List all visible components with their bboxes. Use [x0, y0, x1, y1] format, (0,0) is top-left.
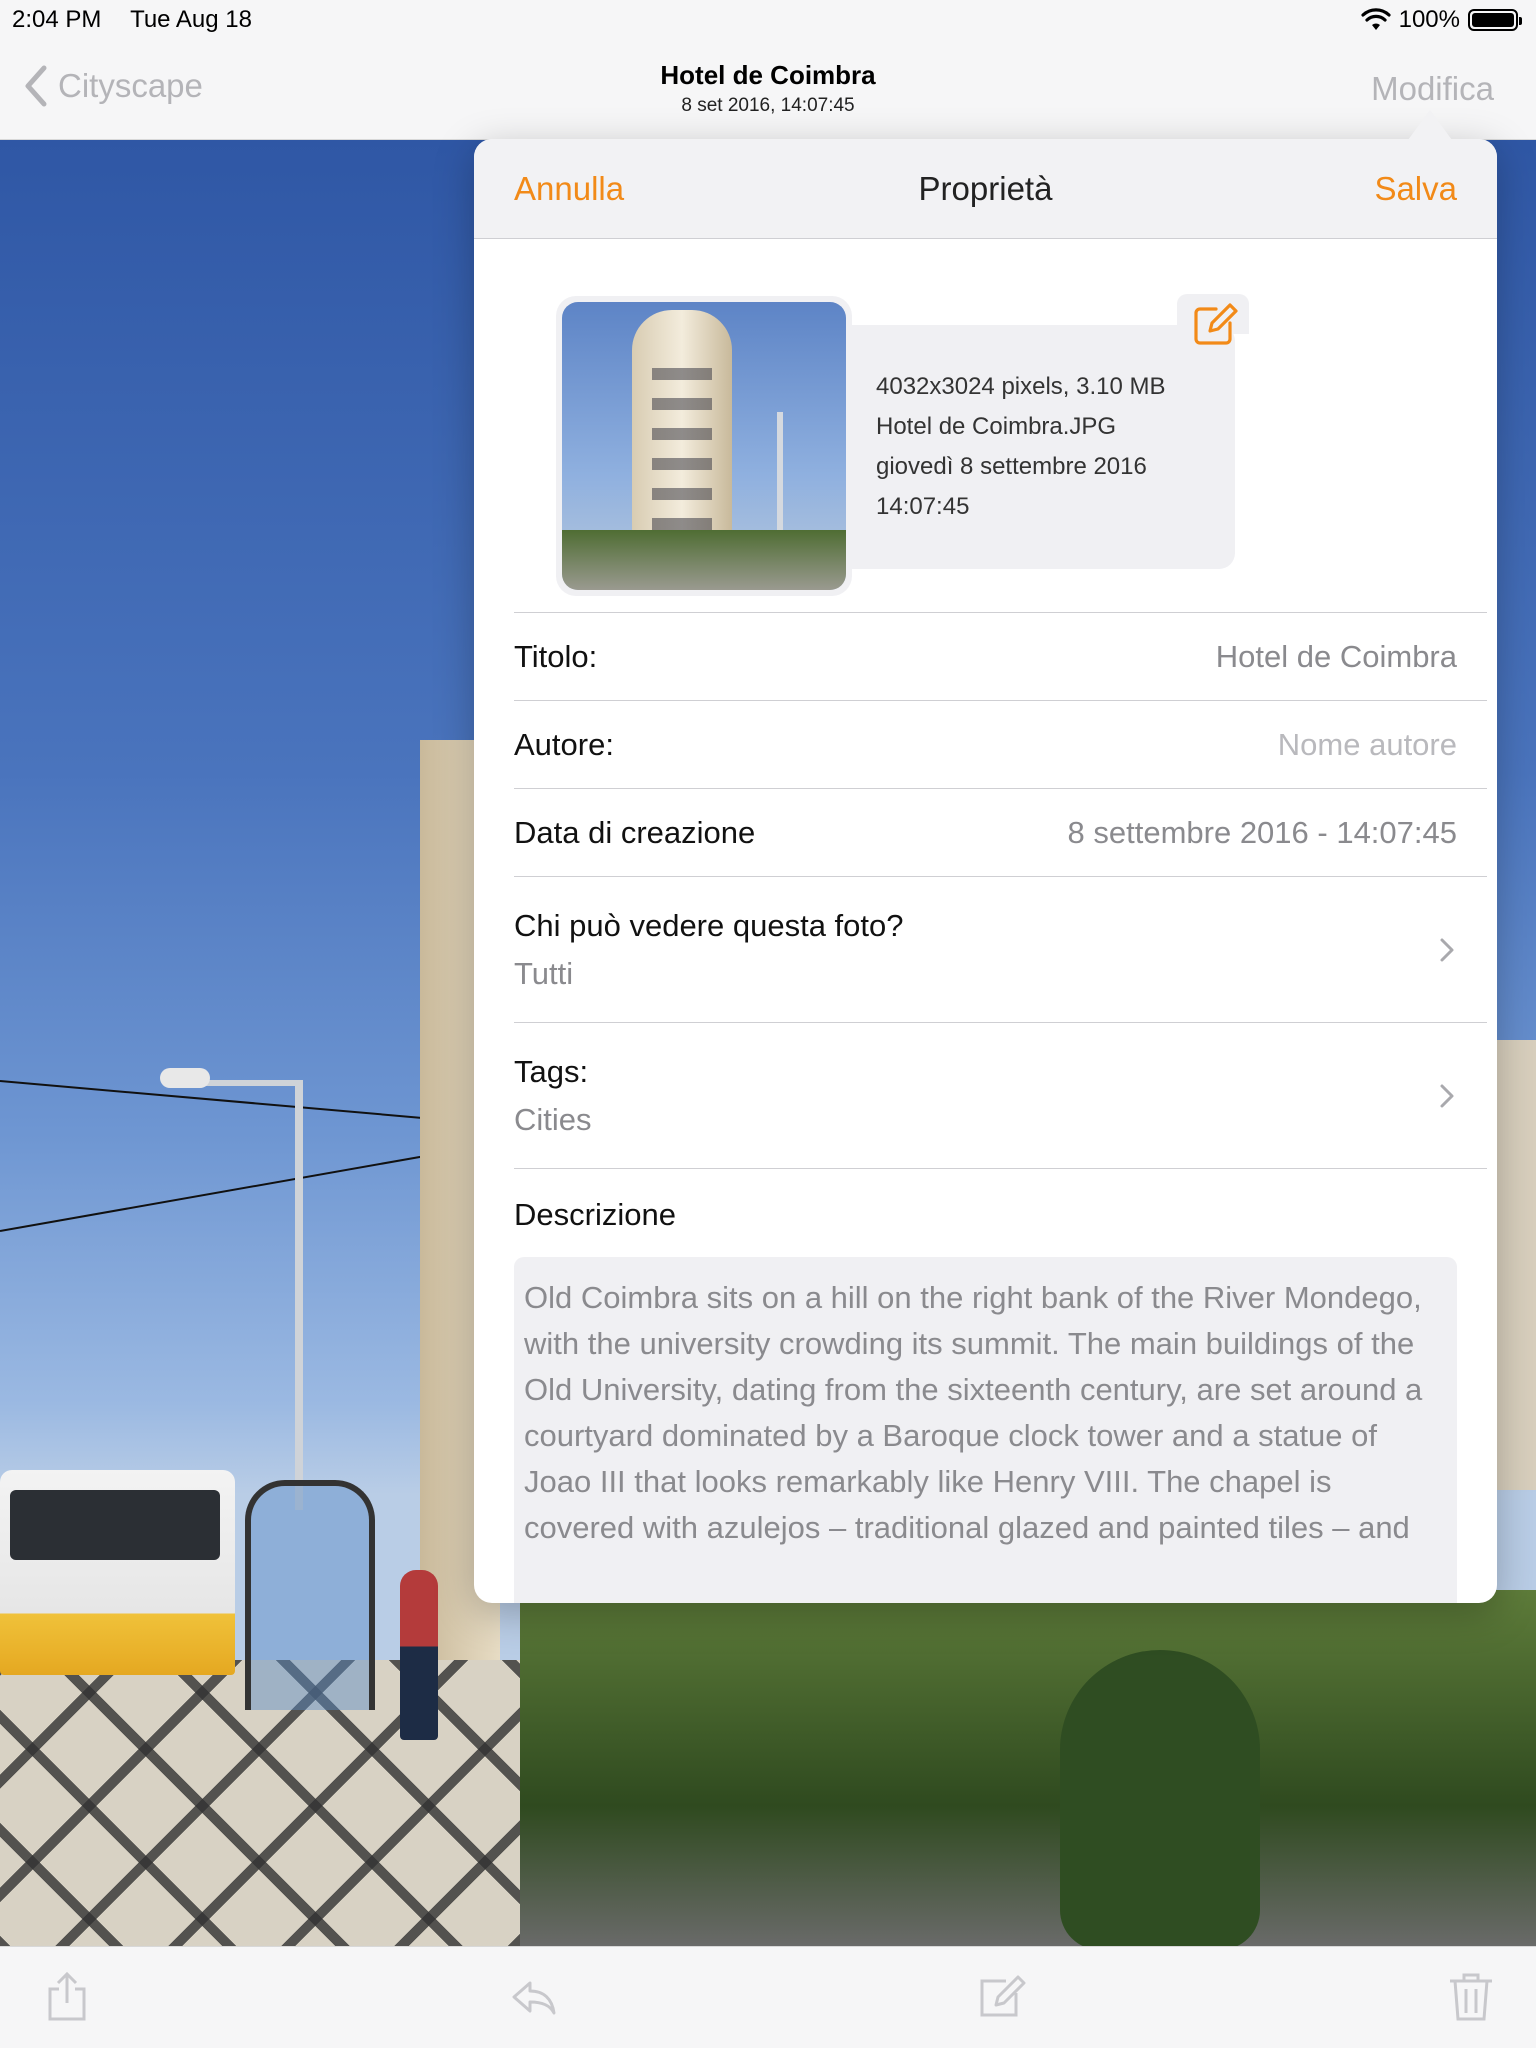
popover-header: Annulla Proprietà Salva [474, 139, 1497, 239]
title-row[interactable]: Titolo: Hotel de Coimbra [514, 613, 1487, 701]
description-label: Descrizione [514, 1197, 676, 1232]
photo-thumbnail-frame [556, 296, 852, 596]
status-time: 2:04 PM [12, 6, 102, 33]
creation-date-value[interactable]: 8 settembre 2016 - 14:07:45 [1068, 815, 1457, 851]
status-right: 100% [1361, 6, 1522, 34]
title-field[interactable]: Hotel de Coimbra [1216, 639, 1457, 675]
visibility-row[interactable]: Chi può vedere questa foto? Tutti [514, 877, 1487, 1023]
tags-row[interactable]: Tags: Cities [514, 1023, 1487, 1169]
nav-title-block: Hotel de Coimbra 8 set 2016, 14:07:45 [0, 60, 1536, 117]
author-label: Autore: [514, 726, 614, 762]
tags-value: Cities [514, 1101, 592, 1137]
creation-date-label: Data di creazione [514, 814, 756, 850]
photo-thumbnail[interactable] [562, 302, 846, 590]
wifi-icon [1361, 8, 1391, 30]
bottom-toolbar [0, 1946, 1536, 2048]
status-bar: 2:04 PM Tue Aug 18 100% [0, 0, 1536, 40]
properties-popover: Annulla Proprietà Salva 4032x3024 pixels… [474, 139, 1497, 1603]
author-row[interactable]: Autore: Nome autore [514, 701, 1487, 789]
tags-stack: Tags: Cities [514, 1054, 592, 1138]
edit-photo-icon[interactable] [1190, 301, 1238, 349]
chevron-right-icon [1440, 1084, 1454, 1107]
tram-wire [0, 1143, 493, 1232]
photo-bus-shelter [245, 1480, 375, 1710]
photo-date: giovedì 8 settembre 2016 [876, 453, 1147, 480]
edit-button[interactable]: Modifica [1371, 70, 1494, 108]
visibility-stack: Chi può vedere questa foto? Tutti [514, 908, 904, 992]
thumbnail-ground [562, 530, 846, 590]
status-left: 2:04 PM Tue Aug 18 [12, 6, 252, 34]
page-subtitle: 8 set 2016, 14:07:45 [681, 95, 855, 116]
photo-dimensions-size: 4032x3024 pixels, 3.10 MB [876, 373, 1166, 400]
tags-label: Tags: [514, 1053, 589, 1089]
creation-date-row[interactable]: Data di creazione 8 settembre 2016 - 14:… [514, 789, 1487, 877]
visibility-label: Chi può vedere questa foto? [514, 907, 904, 943]
popover-body: 4032x3024 pixels, 3.10 MB Hotel de Coimb… [474, 239, 1497, 1603]
popover-title: Proprietà [918, 169, 1053, 207]
author-field[interactable]: Nome autore [1278, 727, 1457, 763]
photo-metadata: 4032x3024 pixels, 3.10 MB Hotel de Coimb… [852, 325, 1235, 569]
photo-bus [0, 1470, 235, 1675]
page-title: Hotel de Coimbra [660, 60, 876, 90]
save-button[interactable]: Salva [1374, 170, 1457, 208]
trash-icon[interactable] [1446, 1971, 1496, 2023]
battery-level [1472, 13, 1514, 27]
photo-time: 14:07:45 [876, 493, 970, 520]
visibility-value: Tutti [514, 955, 574, 991]
cancel-button[interactable]: Annulla [514, 170, 624, 208]
popover-arrow [1408, 110, 1452, 140]
photo-streetlight-lamp [160, 1068, 210, 1088]
description-textarea[interactable]: Old Coimbra sits on a hill on the right … [514, 1257, 1457, 1603]
battery-icon [1468, 9, 1522, 31]
photo-info-card: 4032x3024 pixels, 3.10 MB Hotel de Coimb… [514, 239, 1487, 613]
reply-icon[interactable] [508, 1971, 558, 2023]
photo-tree [1060, 1650, 1260, 1946]
status-date: Tue Aug 18 [130, 6, 252, 33]
chevron-right-icon [1440, 938, 1454, 961]
title-label: Titolo: [514, 638, 598, 674]
photo-person [400, 1570, 438, 1740]
compose-icon[interactable] [976, 1971, 1026, 2023]
share-icon[interactable] [42, 1971, 92, 2023]
photo-streetlight-pole [295, 1080, 303, 1510]
photo-filename: Hotel de Coimbra.JPG [876, 413, 1117, 440]
battery-percent: 100% [1398, 6, 1460, 33]
photo-hedge [520, 1590, 1536, 1946]
